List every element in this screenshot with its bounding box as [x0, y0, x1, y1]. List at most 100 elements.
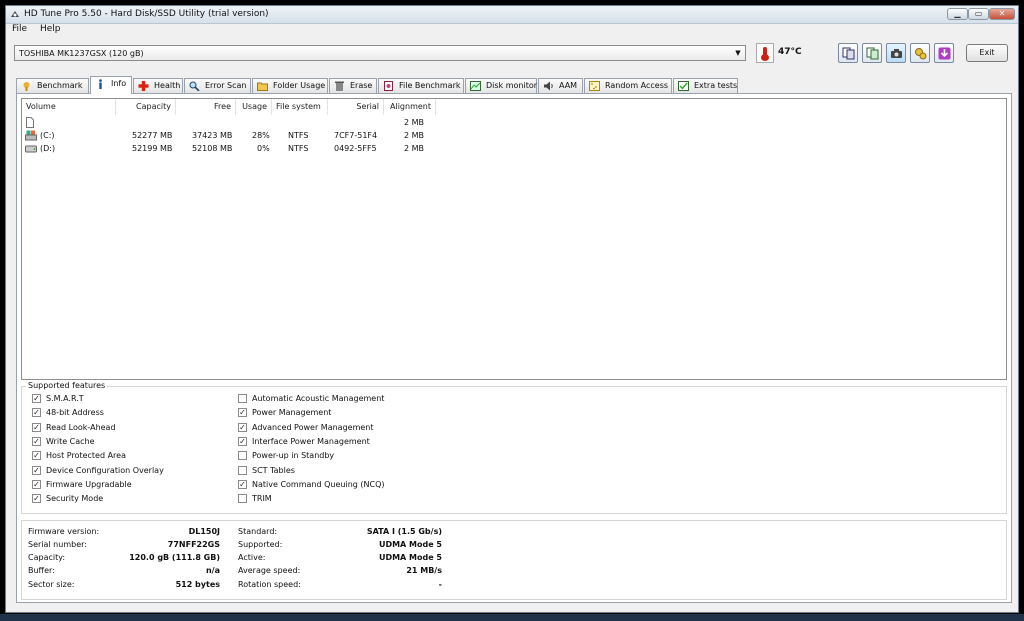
table-row[interactable]: 2 MB	[22, 116, 442, 129]
feature-checkbox[interactable]: ✓ Interface Power Management	[238, 436, 370, 448]
screenshot-button[interactable]	[886, 43, 906, 63]
serial-cell: 0492-5FF5	[334, 144, 377, 153]
feature-label: SCT Tables	[252, 466, 295, 475]
feature-checkbox[interactable]: SCT Tables	[238, 465, 295, 477]
feature-checkbox[interactable]: ✓ Read Look-Ahead	[32, 422, 116, 434]
feature-label: 48-bit Address	[46, 408, 104, 417]
checkbox-box[interactable]: ✓	[32, 408, 41, 417]
exit-button[interactable]: Exit	[966, 44, 1008, 62]
taskbar[interactable]	[0, 614, 1024, 621]
info-label: Supported:	[238, 540, 283, 549]
checkbox-box[interactable]: ✓	[32, 466, 41, 475]
tab-file-benchmark[interactable]: File Benchmark	[378, 78, 464, 93]
aam-icon	[544, 81, 553, 91]
feature-checkbox[interactable]: ✓ Power Management	[238, 407, 331, 419]
checkbox-box[interactable]	[238, 451, 247, 460]
document-icon	[26, 117, 34, 128]
tab-folder-usage[interactable]: Folder Usage	[252, 78, 328, 93]
feature-checkbox[interactable]: ✓ Security Mode	[32, 493, 103, 505]
tab-aam[interactable]: AAM	[538, 78, 583, 93]
capacity-cell: 52277 MB	[132, 131, 173, 140]
copy-button[interactable]	[838, 43, 858, 63]
info-label: Serial number:	[28, 540, 87, 549]
maximize-button[interactable]: ▭	[968, 8, 989, 20]
volume-list[interactable]: Volume Capacity Free Usage File system S…	[21, 98, 1007, 380]
thermometer-icon	[756, 43, 774, 63]
feature-label: Security Mode	[46, 494, 104, 503]
drive-select[interactable]: TOSHIBA MK1237GSX (120 gB) ▼	[14, 45, 746, 61]
feature-label: Power Management	[252, 408, 332, 417]
erase-icon	[335, 81, 344, 91]
checkbox-box[interactable]	[238, 466, 247, 475]
save-button[interactable]	[934, 43, 954, 63]
tab-label: Benchmark	[37, 81, 83, 90]
error-scan-icon	[189, 81, 200, 91]
checkbox-box[interactable]: ✓	[32, 423, 41, 432]
tab-extra-tests[interactable]: Extra tests	[673, 78, 738, 93]
feature-label: Native Command Queuing (NCQ)	[252, 480, 385, 489]
table-row[interactable]: (D:) 52199 MB 52108 MB 0% NTFS 0492-5FF5…	[22, 142, 442, 155]
feature-checkbox[interactable]: ✓ Native Command Queuing (NCQ)	[238, 479, 385, 491]
copy-text-button[interactable]	[862, 43, 882, 63]
tab-erase[interactable]: Erase	[329, 78, 377, 93]
free-cell: 52108 MB	[192, 144, 233, 153]
feature-checkbox[interactable]: ✓ Host Protected Area	[32, 450, 126, 462]
menu-help[interactable]: Help	[40, 24, 61, 34]
tab-label: AAM	[559, 81, 578, 90]
column-header-usage[interactable]: Usage	[236, 99, 272, 115]
options-icon	[915, 48, 927, 60]
checkbox-box[interactable]: ✓	[32, 494, 41, 503]
checkbox-box[interactable]: ✓	[238, 408, 247, 417]
column-header-serial[interactable]: Serial	[328, 99, 384, 115]
info-label: Sector size:	[28, 580, 75, 589]
feature-checkbox[interactable]: ✓ 48-bit Address	[32, 407, 104, 419]
feature-checkbox[interactable]: Automatic Acoustic Management	[238, 393, 384, 405]
column-header-file-system[interactable]: File system	[272, 99, 328, 115]
checkbox-box[interactable]: ✓	[238, 480, 247, 489]
checkbox-box[interactable]: ✓	[32, 480, 41, 489]
table-row[interactable]: (C:) 52277 MB 37423 MB 28% NTFS 7CF7-51F…	[22, 129, 442, 142]
tab-health[interactable]: Health	[133, 78, 183, 93]
usage-cell: 28%	[252, 131, 270, 140]
tab-info[interactable]: Info	[90, 76, 132, 94]
tab-disk-monitor[interactable]: Disk monitor	[465, 78, 537, 93]
feature-checkbox[interactable]: ✓ Device Configuration Overlay	[32, 465, 164, 477]
column-header-capacity[interactable]: Capacity	[116, 99, 176, 115]
supported-features-legend: Supported features	[26, 381, 108, 390]
tab-benchmark[interactable]: Benchmark	[16, 78, 89, 93]
feature-checkbox[interactable]: ✓ S.M.A.R.T	[32, 393, 84, 405]
disk-monitor-icon	[470, 81, 481, 91]
column-header-alignment[interactable]: Alignment	[384, 99, 436, 115]
info-label: Capacity:	[28, 553, 66, 562]
tab-random-access[interactable]: Random Access	[584, 78, 672, 93]
checkbox-box[interactable]: ✓	[32, 451, 41, 460]
file-system-cell: NTFS	[288, 131, 309, 140]
checkbox-box[interactable]: ✓	[238, 437, 247, 446]
checkbox-box[interactable]	[238, 394, 247, 403]
feature-label: Device Configuration Overlay	[46, 466, 164, 475]
volume-cell: (C:)	[40, 131, 55, 140]
info-icon	[99, 79, 102, 89]
options-button[interactable]	[910, 43, 930, 63]
column-header-volume[interactable]: Volume	[22, 99, 116, 115]
random-access-icon	[589, 81, 600, 91]
tab-label: Random Access	[605, 81, 669, 90]
column-header-free[interactable]: Free	[176, 99, 236, 115]
close-button[interactable]: ✕	[989, 8, 1015, 20]
feature-checkbox[interactable]: ✓ Advanced Power Management	[238, 422, 374, 434]
minimize-button[interactable]: ▁	[947, 8, 968, 20]
feature-checkbox[interactable]: TRIM	[238, 493, 272, 505]
checkbox-box[interactable]: ✓	[32, 437, 41, 446]
checkbox-box[interactable]: ✓	[32, 394, 41, 403]
feature-checkbox[interactable]: ✓ Write Cache	[32, 436, 95, 448]
chevron-down-icon[interactable]: ▼	[731, 46, 745, 60]
checkbox-box[interactable]	[238, 494, 247, 503]
info-value: 120.0 gB (111.8 GB)	[129, 553, 220, 562]
menu-file[interactable]: File	[12, 24, 27, 34]
tab-error-scan[interactable]: Error Scan	[184, 78, 251, 93]
feature-checkbox[interactable]: ✓ Firmware Upgradable	[32, 479, 132, 491]
checkbox-box[interactable]: ✓	[238, 423, 247, 432]
feature-checkbox[interactable]: Power-up in Standby	[238, 450, 334, 462]
info-panel: Volume Capacity Free Usage File system S…	[16, 93, 1012, 603]
title-bar[interactable]: HD Tune Pro 5.50 - Hard Disk/SSD Utility…	[6, 6, 1018, 24]
